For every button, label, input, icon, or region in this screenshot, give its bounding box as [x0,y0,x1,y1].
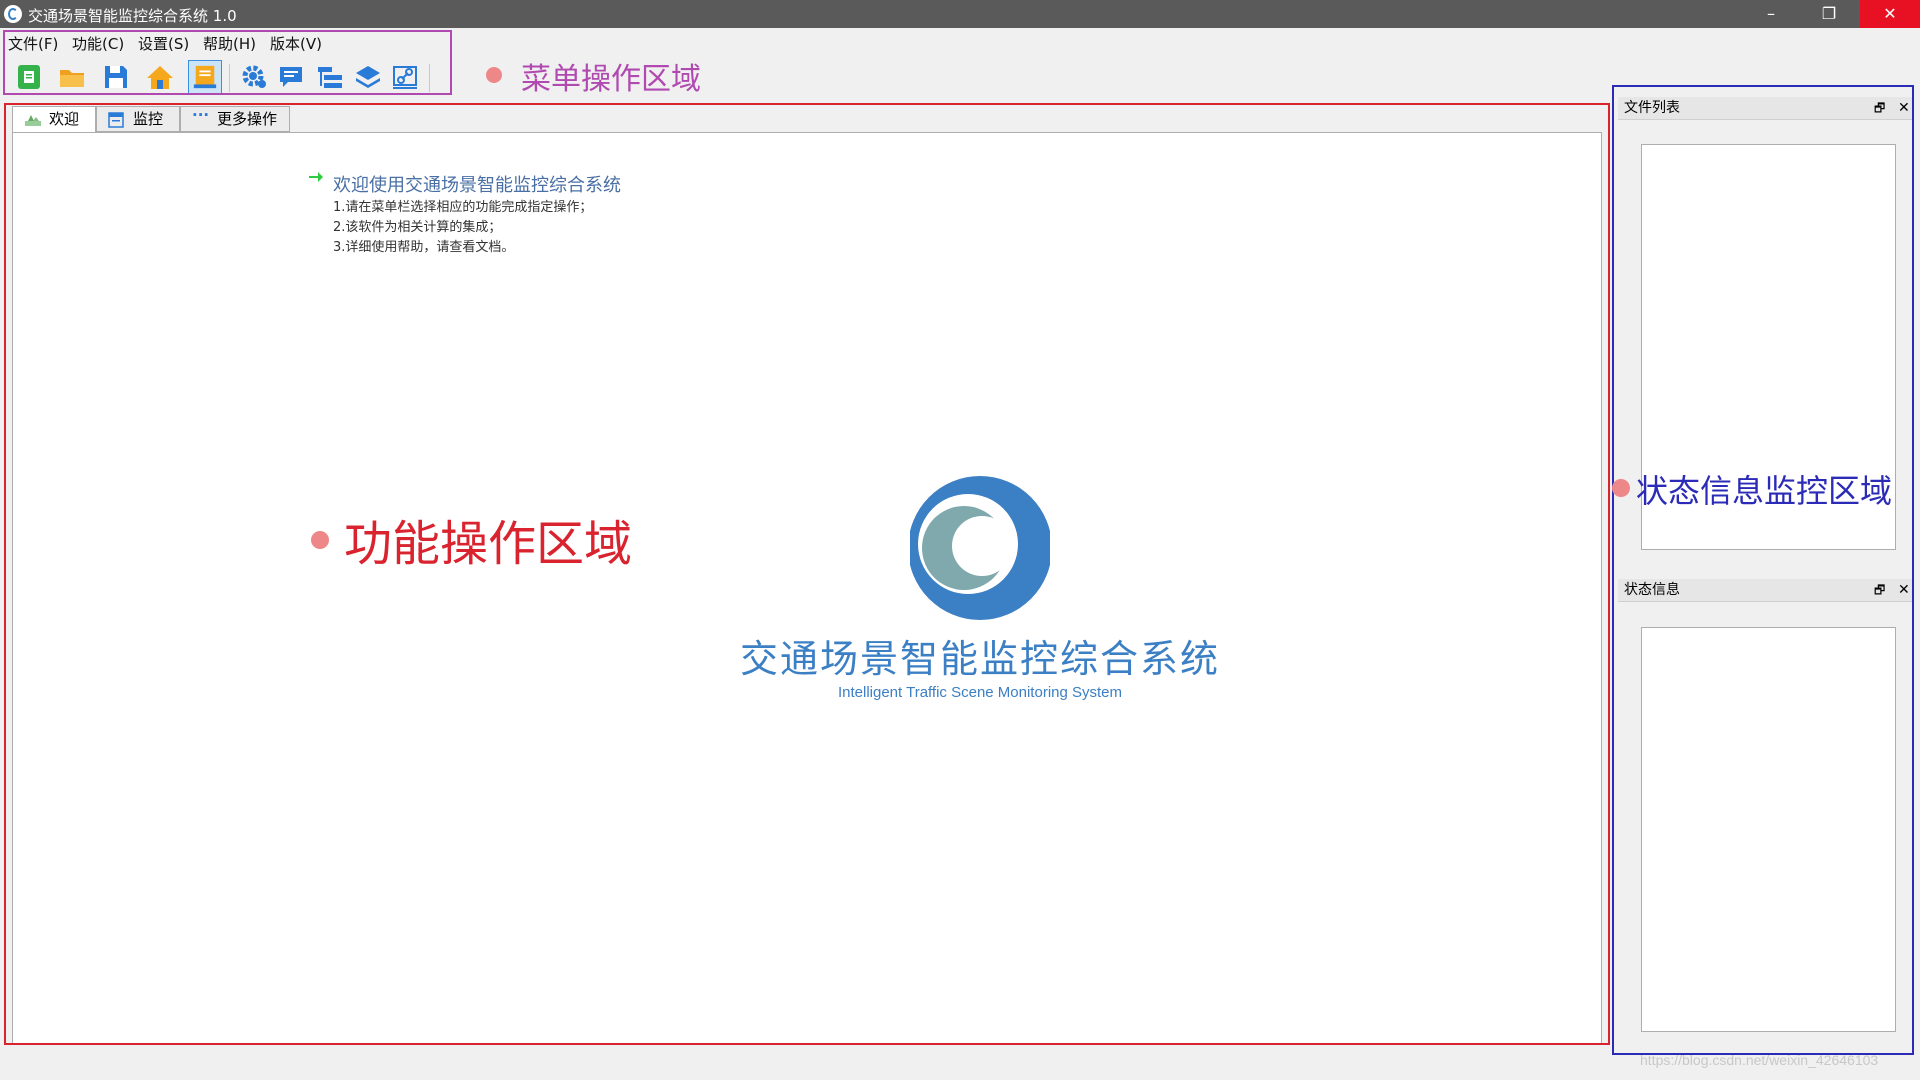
annotation-dot [311,531,329,549]
app-logo-icon [4,5,22,23]
status-area-annotation-label: 状态信息监控区域 [1636,472,1893,510]
maximize-button[interactable]: ❐ [1800,0,1858,28]
menu-area-annotation-label: 菜单操作区域 [521,62,701,97]
watermark: https://blog.csdn.net/weixin_42646103 [1640,1052,1879,1068]
work-area-annotation-label: 功能操作区域 [344,516,633,572]
title-bar: 交通场景智能监控综合系统 1.0 – ❐ ✕ [0,0,1920,28]
annotation-dot [1612,479,1630,497]
menu-area-annotation-box [3,30,452,95]
status-area-annotation-box [1612,85,1914,1055]
work-area-annotation-box [4,103,1610,1045]
close-button[interactable]: ✕ [1860,0,1920,28]
minimize-button[interactable]: – [1742,0,1800,28]
annotation-dot [486,67,502,83]
window-title: 交通场景智能监控综合系统 1.0 [28,7,237,25]
